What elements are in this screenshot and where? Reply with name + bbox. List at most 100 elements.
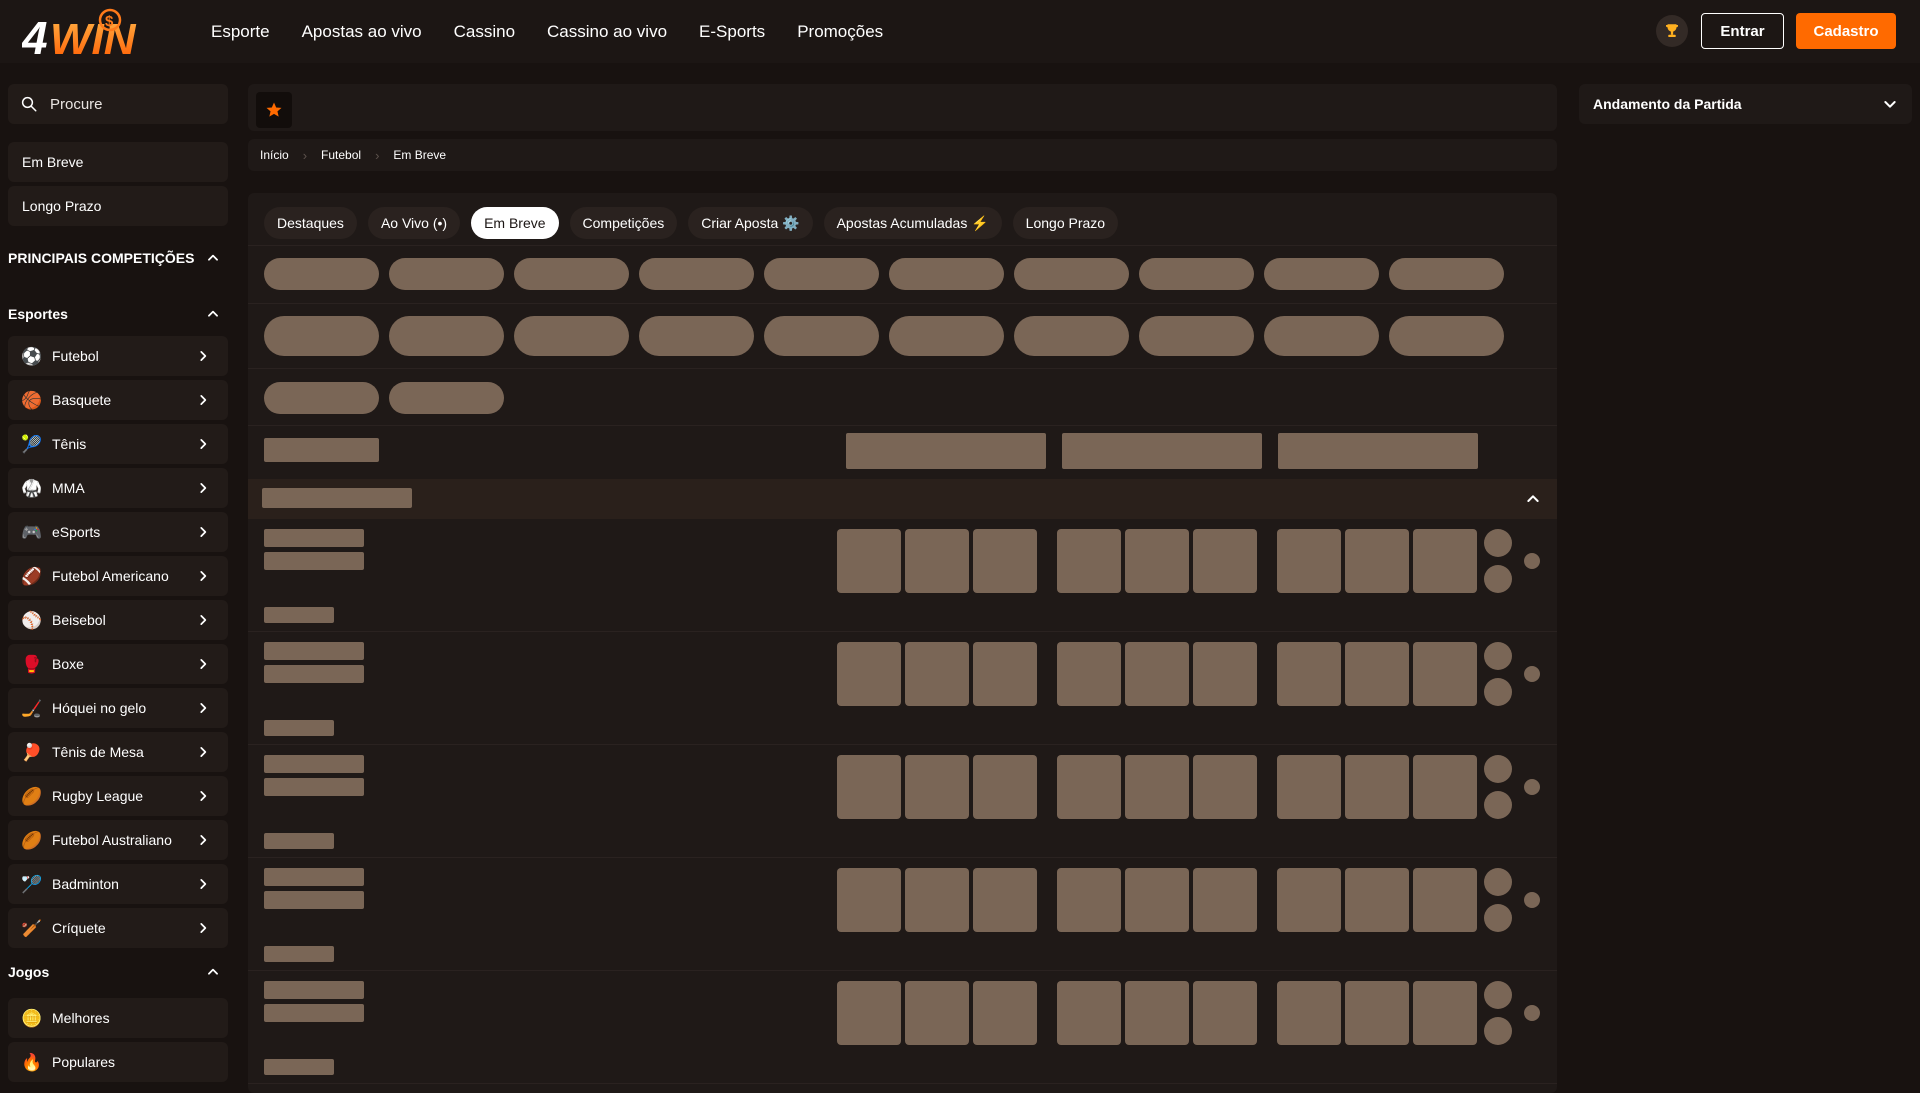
- skeleton-dot: [1524, 892, 1540, 908]
- games-section-toggle[interactable]: Jogos: [8, 952, 228, 992]
- match-progress-title: Andamento da Partida: [1593, 96, 1742, 112]
- sidebar-item-label: Tênis de Mesa: [52, 744, 144, 760]
- sidebar-item-sports[interactable]: 🏓 Tênis de Mesa: [8, 732, 228, 772]
- sports-list: ⚽ Futebol 🏀 Basquete 🎾 Tênis 🥋 MMA 🎮 eSports 🏈 Fute…: [8, 336, 228, 948]
- sidebar-item-label: Basquete: [52, 392, 112, 408]
- chevron-right-icon: [200, 659, 207, 669]
- breadcrumb-futebol[interactable]: Futebol: [321, 148, 361, 162]
- sport-icon: ⚾: [21, 610, 43, 630]
- nav-esporte[interactable]: Esporte: [211, 22, 270, 42]
- nav-esports[interactable]: E-Sports: [699, 22, 765, 42]
- tab-criar-aposta[interactable]: Criar Aposta ⚙️: [688, 207, 813, 239]
- divider: [248, 368, 1557, 369]
- skeleton-odd: [1057, 755, 1121, 819]
- tab-longo-prazo[interactable]: Longo Prazo: [1012, 207, 1119, 239]
- sidebar-item-sports[interactable]: 🏉 Rugby League: [8, 776, 228, 816]
- sidebar-item-sports[interactable]: 🏈 Futebol Americano: [8, 556, 228, 596]
- sidebar-item-sports[interactable]: ⚾ Beisebol: [8, 600, 228, 640]
- signup-button[interactable]: Cadastro: [1796, 13, 1896, 49]
- sidebar-item-sports[interactable]: 🥊 Boxe: [8, 644, 228, 684]
- login-button[interactable]: Entrar: [1701, 13, 1784, 49]
- breadcrumb-inicio[interactable]: Início: [260, 148, 289, 162]
- skeleton-odd: [837, 755, 901, 819]
- skeleton-pill: [764, 316, 879, 356]
- sidebar-item-label: MMA: [52, 480, 85, 496]
- sport-icon: 🥊: [21, 654, 43, 674]
- skeleton-pill: [1139, 258, 1254, 290]
- match-progress-panel[interactable]: Andamento da Partida: [1579, 84, 1912, 124]
- sport-icon: 🎾: [21, 434, 43, 454]
- nav-promocoes[interactable]: Promoções: [797, 22, 883, 42]
- skeleton-circle: [1484, 868, 1512, 896]
- nav-cassino-ao-vivo[interactable]: Cassino ao vivo: [547, 22, 667, 42]
- sidebar-item-games[interactable]: 🔥 Populares: [8, 1042, 228, 1082]
- skeleton-odd: [1125, 981, 1189, 1045]
- nav-cassino[interactable]: Cassino: [454, 22, 515, 42]
- chevron-up-icon: [208, 310, 218, 317]
- sidebar-item-games[interactable]: 🪙 Melhores: [8, 998, 228, 1038]
- games-list: 🪙 Melhores 🔥 Populares: [8, 998, 228, 1082]
- tab-ao-vivo[interactable]: Ao Vivo (•): [367, 207, 461, 239]
- divider: [248, 425, 1557, 426]
- skeleton-label: [264, 438, 379, 462]
- sidebar-item-label: Beisebol: [52, 612, 106, 628]
- sidebar-link-em-breve[interactable]: Em Breve: [8, 142, 228, 182]
- chevron-up-icon: [208, 254, 218, 261]
- skeleton-odd: [1413, 529, 1477, 593]
- league-header[interactable]: [248, 479, 1557, 519]
- sidebar-item-sports[interactable]: 🏀 Basquete: [8, 380, 228, 420]
- competitions-section-toggle[interactable]: PRINCIPAIS COMPETIÇÕES: [8, 238, 228, 278]
- skeleton-pill: [639, 258, 754, 290]
- nav-apostas-ao-vivo[interactable]: Apostas ao vivo: [302, 22, 422, 42]
- sidebar-item-sports[interactable]: 🥋 MMA: [8, 468, 228, 508]
- sidebar-item-sports[interactable]: 🏉 Futebol Australiano: [8, 820, 228, 860]
- sports-section-toggle[interactable]: Esportes: [8, 294, 228, 334]
- skeleton-odd: [905, 755, 969, 819]
- sidebar-item-sports[interactable]: 🎮 eSports: [8, 512, 228, 552]
- tab-apostas-acumuladas[interactable]: Apostas Acumuladas ⚡: [823, 207, 1002, 239]
- skeleton-odd: [1125, 642, 1189, 706]
- favorites-button[interactable]: [256, 92, 292, 128]
- breadcrumb-em-breve: Em Breve: [393, 148, 447, 162]
- search-input[interactable]: [48, 94, 222, 114]
- skeleton-odd: [1193, 755, 1257, 819]
- sidebar-item-sports[interactable]: 🏸 Badminton: [8, 864, 228, 904]
- skeleton-odd: [973, 868, 1037, 932]
- sidebar-item-label: Futebol: [52, 348, 99, 364]
- skeleton-odd: [1193, 529, 1257, 593]
- skeleton-odd: [1413, 981, 1477, 1045]
- chevron-up-icon[interactable]: [1525, 491, 1541, 507]
- skeleton-circle: [1484, 904, 1512, 932]
- sidebar-item-sports[interactable]: 🏒 Hóquei no gelo: [8, 688, 228, 728]
- tab-em-breve[interactable]: Em Breve: [471, 207, 559, 239]
- sport-icon: 🪙: [21, 1008, 43, 1028]
- sport-icon: 🥋: [21, 478, 43, 498]
- sidebar-item-sports[interactable]: 🎾 Tênis: [8, 424, 228, 464]
- trophy-icon: [1666, 24, 1678, 37]
- skeleton-team: [264, 642, 364, 660]
- chevron-right-icon: [200, 351, 207, 361]
- sidebar-item-sports[interactable]: ⚽ Futebol: [8, 336, 228, 376]
- skeleton-pill: [639, 316, 754, 356]
- sidebar-link-longo-prazo[interactable]: Longo Prazo: [8, 186, 228, 226]
- tab-competicoes[interactable]: Competições: [569, 207, 678, 239]
- trophy-button[interactable]: [1656, 15, 1688, 47]
- skeleton-pill: [1264, 316, 1379, 356]
- skeleton-pill: [1139, 316, 1254, 356]
- sidebar-item-sports[interactable]: 🏏 Críquete: [8, 908, 228, 948]
- skeleton-pill: [514, 316, 629, 356]
- skeleton-circle: [1484, 1017, 1512, 1045]
- tab-destaques[interactable]: Destaques: [264, 207, 357, 239]
- sport-icon: 🏏: [21, 918, 43, 938]
- chevron-right-icon: [200, 615, 207, 625]
- sidebar-item-label: Críquete: [52, 920, 106, 936]
- loading-skeleton: [248, 246, 1557, 1093]
- sidebar-item-label: Rugby League: [52, 788, 144, 804]
- skeleton-pill: [1264, 258, 1379, 290]
- skeleton-odd: [1057, 529, 1121, 593]
- skeleton-circle: [1484, 642, 1512, 670]
- chevron-right-icon: [200, 527, 207, 537]
- chevron-up-icon: [208, 968, 218, 975]
- brand-logo[interactable]: 4 WIN $: [21, 6, 152, 64]
- skeleton-odd: [1413, 642, 1477, 706]
